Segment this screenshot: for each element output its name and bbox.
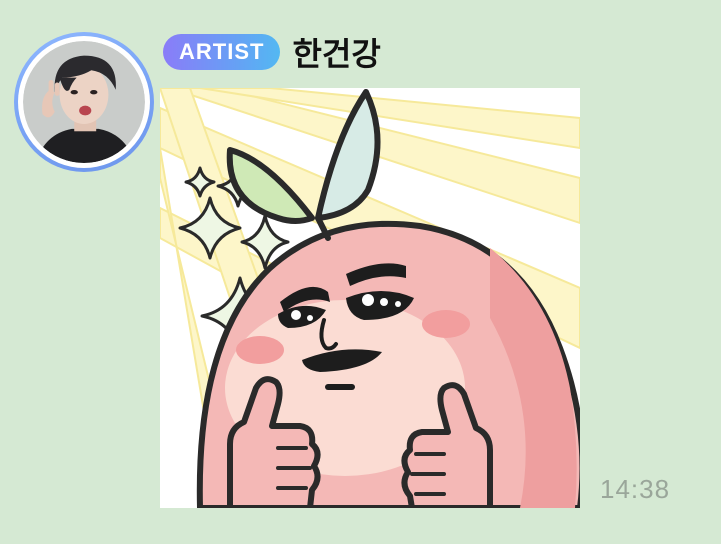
message-header: ARTIST 한건강 [163,29,381,75]
avatar-frame [18,36,150,168]
profile-avatar-ring[interactable] [14,32,154,172]
artist-badge: ARTIST [163,34,281,70]
chat-message: ARTIST 한건강 14:38 [0,0,721,544]
sticker-image[interactable] [160,88,580,508]
message-timestamp: 14:38 [600,474,671,504]
avatar[interactable] [23,41,145,163]
sender-name[interactable]: 한건강 [292,29,380,75]
